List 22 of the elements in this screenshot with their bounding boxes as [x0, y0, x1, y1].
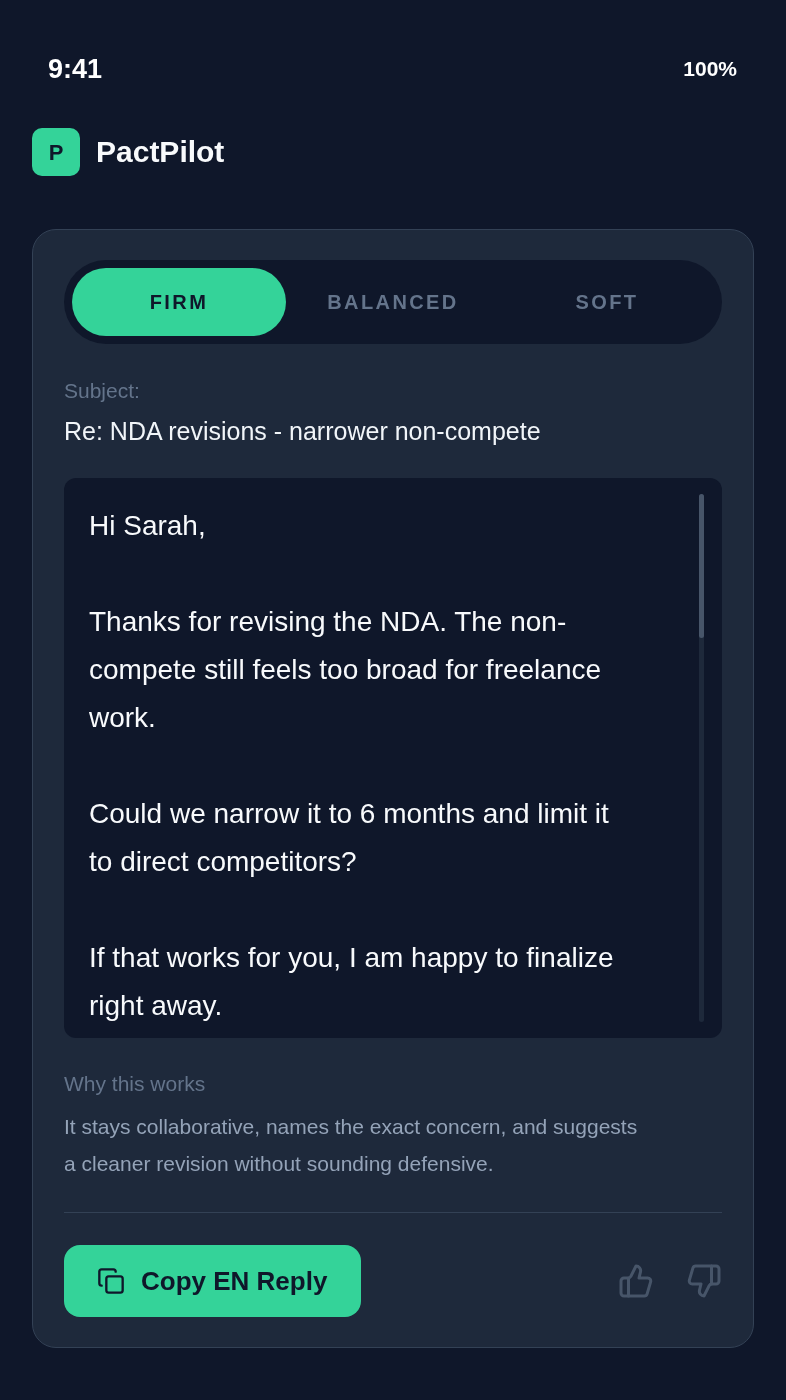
thumbs-down-icon	[686, 1263, 722, 1299]
app-logo: P	[32, 128, 80, 176]
reply-paragraph: If that works for you, I am happy to finalize right away.	[89, 941, 615, 1023]
subject-label: Subject:	[64, 378, 141, 404]
reply-paragraph: Could we narrow it to 6 months and limit it to direct competitors?	[89, 797, 610, 879]
battery-level: 100%	[683, 56, 737, 82]
scrollbar-thumb[interactable]	[699, 494, 704, 638]
explanation-text: It stays collaborative, names the exact concern, and suggests a cleaner revision without sounding defensive.	[64, 1114, 639, 1177]
explanation-title: Why this works	[64, 1071, 207, 1097]
thumbs-up-icon	[618, 1263, 654, 1299]
copy-icon	[97, 1267, 125, 1295]
copy-reply-button[interactable]: Copy EN Reply	[64, 1245, 362, 1317]
reply-paragraph: Thanks for revising the NDA. The non-compete still feels too broad for freelance work.	[89, 605, 603, 735]
thumbs-up-button[interactable]	[618, 1263, 654, 1299]
status-time: 9:41	[48, 53, 103, 86]
app-name: PactPilot	[96, 134, 225, 170]
subject-line: Re: NDA revisions - narrower non-compete	[64, 416, 542, 447]
tone-tab[interactable]: SOFT	[500, 268, 714, 336]
thumbs-down-button[interactable]	[686, 1263, 722, 1299]
reply-paragraph: Hi Sarah,	[89, 509, 207, 543]
tone-tab[interactable]: FIRM	[72, 268, 286, 336]
tone-tab[interactable]: BALANCED	[286, 268, 500, 336]
